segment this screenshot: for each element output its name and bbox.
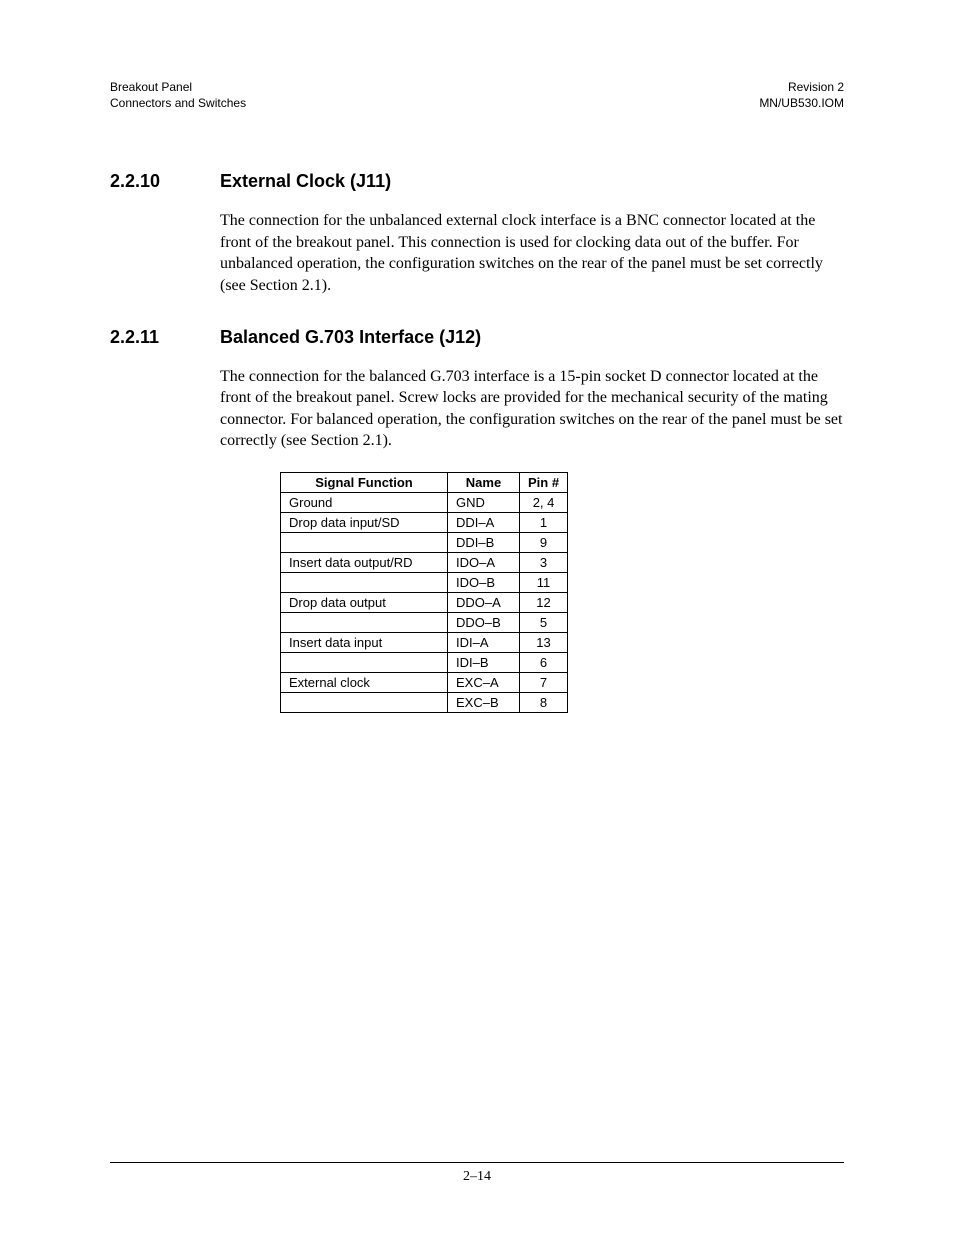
table-row: EXC–B8: [281, 692, 568, 712]
cell-name: EXC–B: [448, 692, 520, 712]
footer-rule: [110, 1162, 844, 1163]
cell-name: DDI–B: [448, 532, 520, 552]
cell-pin: 6: [520, 652, 568, 672]
cell-name: DDO–B: [448, 612, 520, 632]
pin-assignment-table: Signal Function Name Pin # GroundGND2, 4…: [280, 472, 568, 713]
cell-func: External clock: [281, 672, 448, 692]
cell-func: Insert data input: [281, 632, 448, 652]
col-header-name: Name: [448, 472, 520, 492]
cell-func: Drop data input/SD: [281, 512, 448, 532]
section-heading: 2.2.11 Balanced G.703 Interface (J12): [110, 327, 844, 348]
cell-pin: 12: [520, 592, 568, 612]
section-title: External Clock (J11): [220, 171, 391, 192]
cell-pin: 3: [520, 552, 568, 572]
header-left-line-2: Connectors and Switches: [110, 96, 246, 110]
cell-pin: 8: [520, 692, 568, 712]
table-row: Drop data input/SDDDI–A1: [281, 512, 568, 532]
cell-name: IDO–A: [448, 552, 520, 572]
page-header: Breakout Panel Connectors and Switches R…: [110, 80, 844, 111]
header-left-line-1: Breakout Panel: [110, 80, 192, 94]
cell-func: Drop data output: [281, 592, 448, 612]
col-header-signal-function: Signal Function: [281, 472, 448, 492]
table-header-row: Signal Function Name Pin #: [281, 472, 568, 492]
header-left: Breakout Panel Connectors and Switches: [110, 80, 246, 111]
page-footer: 2–14: [110, 1162, 844, 1185]
table-row: GroundGND2, 4: [281, 492, 568, 512]
cell-name: EXC–A: [448, 672, 520, 692]
cell-func: [281, 572, 448, 592]
cell-name: IDI–B: [448, 652, 520, 672]
table-row: DDO–B5: [281, 612, 568, 632]
cell-func: [281, 612, 448, 632]
section-title: Balanced G.703 Interface (J12): [220, 327, 481, 348]
section-heading: 2.2.10 External Clock (J11): [110, 171, 844, 192]
section-number: 2.2.11: [110, 327, 220, 348]
cell-func: Insert data output/RD: [281, 552, 448, 572]
section-2-2-11: 2.2.11 Balanced G.703 Interface (J12) Th…: [110, 327, 844, 713]
section-paragraph: The connection for the balanced G.703 in…: [220, 366, 844, 452]
document-page: Breakout Panel Connectors and Switches R…: [0, 0, 954, 1235]
cell-name: DDO–A: [448, 592, 520, 612]
cell-pin: 9: [520, 532, 568, 552]
table-body: GroundGND2, 4 Drop data input/SDDDI–A1 D…: [281, 492, 568, 712]
header-right: Revision 2 MN/UB530.IOM: [759, 80, 844, 111]
cell-func: [281, 532, 448, 552]
table-row: IDI–B6: [281, 652, 568, 672]
cell-pin: 5: [520, 612, 568, 632]
table-row: External clockEXC–A7: [281, 672, 568, 692]
page-number: 2–14: [110, 1169, 844, 1185]
table-row: Insert data inputIDI–A13: [281, 632, 568, 652]
section-paragraph: The connection for the unbalanced extern…: [220, 210, 844, 296]
table-row: Insert data output/RDIDO–A3: [281, 552, 568, 572]
cell-name: IDO–B: [448, 572, 520, 592]
table-row: Drop data outputDDO–A12: [281, 592, 568, 612]
cell-pin: 1: [520, 512, 568, 532]
section-number: 2.2.10: [110, 171, 220, 192]
cell-func: Ground: [281, 492, 448, 512]
cell-func: [281, 652, 448, 672]
table-row: IDO–B11: [281, 572, 568, 592]
cell-pin: 13: [520, 632, 568, 652]
header-right-line-1: Revision 2: [788, 80, 844, 94]
section-2-2-10: 2.2.10 External Clock (J11) The connecti…: [110, 171, 844, 296]
cell-name: DDI–A: [448, 512, 520, 532]
cell-name: IDI–A: [448, 632, 520, 652]
cell-pin: 11: [520, 572, 568, 592]
header-right-line-2: MN/UB530.IOM: [759, 96, 844, 110]
col-header-pin: Pin #: [520, 472, 568, 492]
cell-pin: 7: [520, 672, 568, 692]
cell-name: GND: [448, 492, 520, 512]
cell-pin: 2, 4: [520, 492, 568, 512]
cell-func: [281, 692, 448, 712]
table-row: DDI–B9: [281, 532, 568, 552]
